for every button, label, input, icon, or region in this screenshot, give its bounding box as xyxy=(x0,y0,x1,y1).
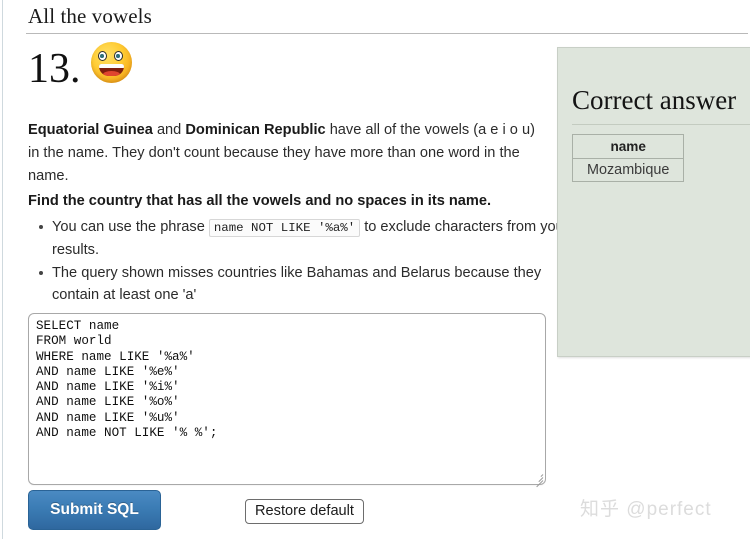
emoji-left-eye xyxy=(97,51,107,61)
list-item: The query shown misses countries like Ba… xyxy=(39,262,572,306)
emoji-tongue xyxy=(102,71,120,76)
intro-paragraph: Equatorial Guinea and Dominican Republic… xyxy=(28,119,548,188)
list-item: You can use the phrase name NOT LIKE '%a… xyxy=(39,216,572,261)
page-left-rule xyxy=(2,0,3,539)
emoji-right-eye xyxy=(113,51,123,61)
column-header-name: name xyxy=(571,134,685,159)
question-number: 13. xyxy=(28,46,81,92)
task-statement: Find the country that has all the vowels… xyxy=(28,193,492,209)
table-header-row: name xyxy=(571,134,685,159)
country-name-2: Dominican Republic xyxy=(185,122,326,138)
title-divider xyxy=(26,33,748,34)
page-title: All the vowels xyxy=(28,4,152,28)
correct-answer-table: name Mozambique xyxy=(571,134,685,182)
sql-editor-textarea[interactable]: SELECT name FROM world WHERE name LIKE '… xyxy=(28,313,546,485)
table-cell-name: Mozambique xyxy=(571,158,685,182)
emoji-teeth xyxy=(98,64,124,68)
emoji-mouth xyxy=(98,64,124,76)
hint-text-before: The query shown misses countries like Ba… xyxy=(52,265,542,303)
intro-conjunction: and xyxy=(152,122,186,138)
correct-answer-heading: Correct answer xyxy=(572,85,737,115)
restore-default-button[interactable]: Restore default xyxy=(245,499,364,524)
correct-answer-panel: Correct answer name Mozambique xyxy=(557,47,750,357)
submit-sql-button[interactable]: Submit SQL xyxy=(28,490,161,530)
emoji-right-pupil xyxy=(116,54,120,59)
hint-list: You can use the phrase name NOT LIKE '%a… xyxy=(30,216,572,307)
correct-answer-divider xyxy=(572,124,750,125)
inline-code-snippet: name NOT LIKE '%a%' xyxy=(208,219,361,237)
hint-text-before: You can use the phrase xyxy=(52,219,209,235)
table-row: Mozambique xyxy=(571,158,685,182)
grinning-face-icon xyxy=(90,42,132,83)
question-header: 13. xyxy=(28,42,132,91)
country-name-1: Equatorial Guinea xyxy=(28,122,153,138)
emoji-left-pupil xyxy=(100,54,104,59)
watermark-text: 知乎 @perfect xyxy=(580,499,712,520)
